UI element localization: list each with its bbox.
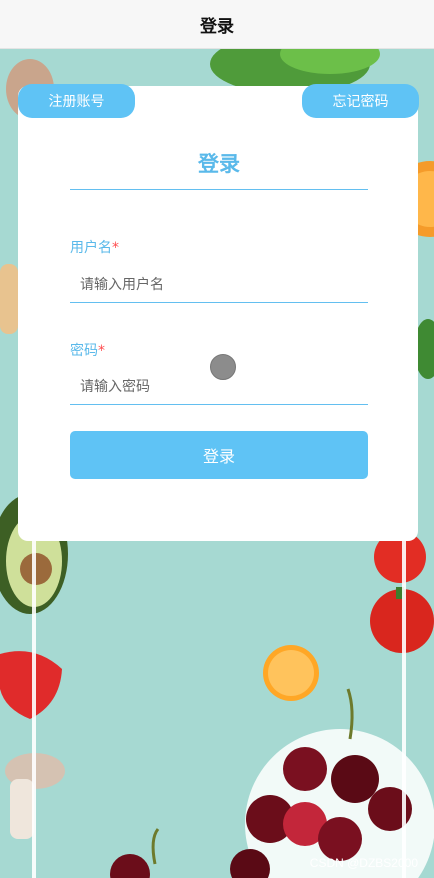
register-account-button[interactable]: 注册账号 xyxy=(18,84,135,118)
username-label: 用户名* xyxy=(70,237,119,257)
forgot-password-button[interactable]: 忘记密码 xyxy=(302,84,419,118)
username-input[interactable] xyxy=(70,267,368,303)
watermark-text: CSDN @DZBS2000 xyxy=(309,856,418,870)
login-form-title: 登录 xyxy=(198,152,240,176)
page-title: 登录 xyxy=(200,16,234,37)
password-label: 密码* xyxy=(70,340,105,360)
password-required-mark: * xyxy=(98,343,105,359)
touch-cursor-icon xyxy=(210,354,236,380)
title-divider xyxy=(70,189,368,190)
username-required-mark: * xyxy=(112,240,119,256)
decor-pole-left xyxy=(32,529,36,878)
password-label-text: 密码 xyxy=(70,343,98,359)
login-submit-button[interactable]: 登录 xyxy=(70,431,368,479)
top-navigation-bar: 登录 xyxy=(0,0,434,49)
decor-pole-right xyxy=(402,529,406,878)
username-label-text: 用户名 xyxy=(70,240,112,256)
